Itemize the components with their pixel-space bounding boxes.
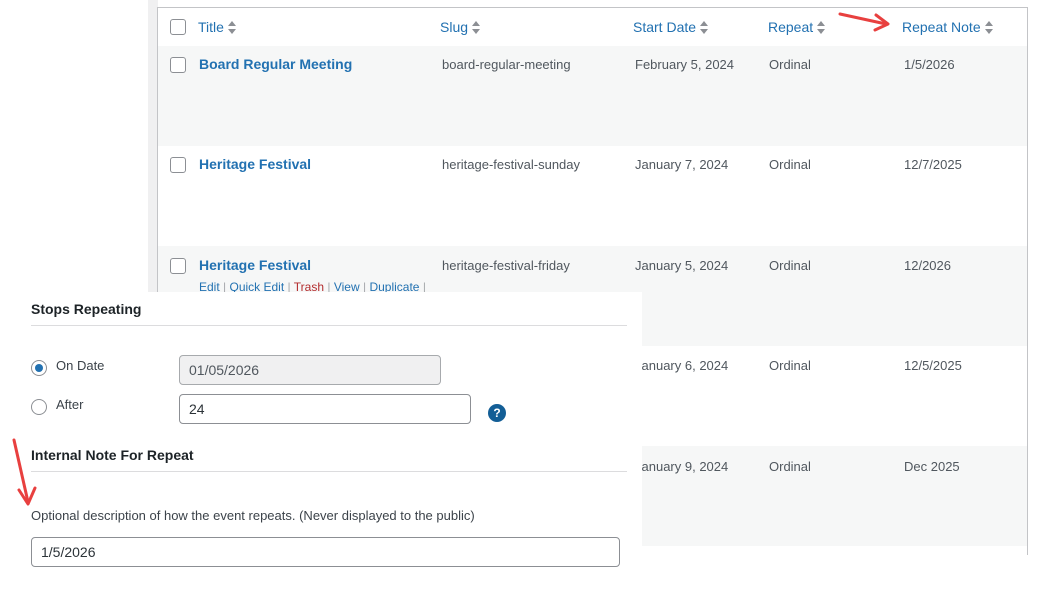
sort-icon [472,21,481,35]
repeat-note-cell: 1/5/2026 [904,57,955,72]
start-date-cell: January 6, 2024 [635,358,729,373]
sort-icon [984,21,993,35]
repeat-cell: Ordinal [769,57,811,72]
event-title-link[interactable]: Heritage Festival [199,156,311,172]
column-start-date-header[interactable]: Start Date [633,8,709,46]
after-label: After [56,397,84,412]
divider [31,471,627,472]
event-title-link[interactable]: Board Regular Meeting [199,56,352,72]
on-date-label: On Date [56,358,105,373]
help-icon[interactable]: ? [488,404,506,422]
divider [31,325,627,326]
on-date-radio[interactable] [31,360,47,376]
slug-cell: heritage-festival-friday [442,258,570,273]
internal-note-heading: Internal Note For Repeat [31,447,194,463]
on-date-field[interactable]: 01/05/2026 [179,355,441,385]
annotation-arrow-icon [12,438,37,506]
row-checkbox[interactable] [170,157,186,173]
sort-icon [817,21,826,35]
row-checkbox[interactable] [170,57,186,73]
column-title-header[interactable]: Title [198,8,236,46]
column-repeat-header[interactable]: Repeat [768,8,826,46]
repeat-cell: Ordinal [769,157,811,172]
column-repeat-label: Repeat [768,19,814,35]
row-checkbox[interactable] [170,258,186,274]
repeat-settings-panel: Stops Repeating On Date 01/05/2026 After… [0,292,642,589]
slug-cell: heritage-festival-sunday [442,157,581,172]
repeat-note-cell: 12/7/2025 [904,157,962,172]
table-header: Title Slug Start Date Repeat Repeat Note [158,8,1027,47]
column-repeat-note-header[interactable]: Repeat Note [902,8,993,46]
select-all-checkbox[interactable] [170,19,186,35]
event-title-link[interactable]: Heritage Festival [199,257,311,273]
column-slug-header[interactable]: Slug [440,8,481,46]
start-date-cell: February 5, 2024 [635,57,735,72]
column-slug-label: Slug [440,19,469,35]
repeat-cell: Ordinal [769,258,811,273]
slug-cell: board-regular-meeting [442,57,571,72]
repeat-note-cell: Dec 2025 [904,459,960,474]
table-row: Heritage Festival heritage-festival-sund… [158,146,1027,246]
table-row: Board Regular Meeting board-regular-meet… [158,46,1027,146]
after-radio[interactable] [31,399,47,415]
repeat-note-cell: 12/2026 [904,258,951,273]
repeat-cell: Ordinal [769,459,811,474]
note-description: Optional description of how the event re… [31,508,475,523]
annotation-arrow-icon [838,12,890,32]
start-date-cell: January 9, 2024 [635,459,729,474]
stops-repeating-heading: Stops Repeating [31,301,142,317]
sort-icon [227,21,236,35]
column-repeat-note-label: Repeat Note [902,19,981,35]
internal-note-field[interactable]: 1/5/2026 [31,537,620,567]
column-start-date-label: Start Date [633,19,697,35]
start-date-cell: January 7, 2024 [635,157,729,172]
after-occurrences-field[interactable]: 24 [179,394,471,424]
repeat-cell: Ordinal [769,358,811,373]
sort-icon [700,21,709,35]
repeat-note-cell: 12/5/2025 [904,358,962,373]
start-date-cell: January 5, 2024 [635,258,729,273]
column-title-label: Title [198,19,224,35]
